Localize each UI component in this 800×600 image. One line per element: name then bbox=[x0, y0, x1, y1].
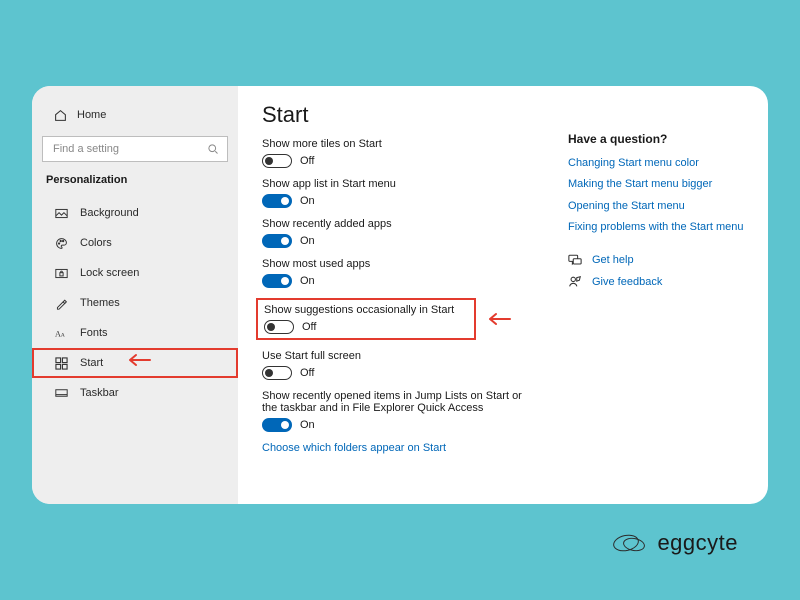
setting-label: Show recently opened items in Jump Lists… bbox=[262, 390, 538, 414]
setting-full-screen: Use Start full screen Off bbox=[262, 350, 538, 380]
help-link-bigger[interactable]: Making the Start menu bigger bbox=[568, 177, 758, 192]
toggle-suggestions[interactable] bbox=[264, 320, 294, 334]
toggle-app-list[interactable] bbox=[262, 194, 292, 208]
sidebar-item-label: Lock screen bbox=[80, 267, 139, 279]
sidebar-item-label: Colors bbox=[80, 237, 112, 249]
toggle-state: On bbox=[300, 419, 315, 431]
help-link-fixing[interactable]: Fixing problems with the Start menu bbox=[568, 220, 758, 235]
toggle-state: On bbox=[300, 275, 315, 287]
font-icon: AA bbox=[54, 327, 68, 339]
toggle-recently-added[interactable] bbox=[262, 234, 292, 248]
main-content: Start Show more tiles on Start Off Show … bbox=[238, 86, 768, 504]
setting-label: Show more tiles on Start bbox=[262, 138, 538, 150]
setting-label: Show app list in Start menu bbox=[262, 178, 538, 190]
sidebar-item-taskbar[interactable]: Taskbar bbox=[32, 378, 238, 408]
brand-name: eggcyte bbox=[657, 530, 738, 556]
palette-icon bbox=[54, 237, 68, 250]
setting-suggestions: Show suggestions occasionally in Start O… bbox=[256, 298, 476, 340]
sidebar: Home Personalization Background bbox=[32, 86, 238, 504]
sidebar-item-colors[interactable]: Colors bbox=[32, 228, 238, 258]
search-box[interactable] bbox=[42, 136, 228, 162]
setting-label: Show suggestions occasionally in Start bbox=[264, 304, 468, 316]
settings-window: Home Personalization Background bbox=[32, 86, 768, 504]
sidebar-item-lock-screen[interactable]: Lock screen bbox=[32, 258, 238, 288]
setting-recently-added: Show recently added apps On bbox=[262, 218, 538, 248]
callout-arrow-icon bbox=[124, 353, 152, 367]
sidebar-item-label: Fonts bbox=[80, 327, 108, 339]
toggle-jump-lists[interactable] bbox=[262, 418, 292, 432]
start-icon bbox=[54, 357, 68, 370]
home-label: Home bbox=[77, 109, 106, 121]
setting-label: Show recently added apps bbox=[262, 218, 538, 230]
toggle-state: On bbox=[300, 195, 315, 207]
sidebar-item-label: Taskbar bbox=[80, 387, 119, 399]
watermark: eggcyte bbox=[613, 530, 738, 556]
toggle-state: Off bbox=[300, 155, 314, 167]
setting-jump-lists: Show recently opened items in Jump Lists… bbox=[262, 390, 538, 432]
sidebar-item-label: Themes bbox=[80, 297, 120, 309]
nav-list: Background Colors Lock screen Themes bbox=[32, 198, 238, 408]
toggle-most-used[interactable] bbox=[262, 274, 292, 288]
get-help-label: Get help bbox=[592, 254, 634, 266]
setting-most-used: Show most used apps On bbox=[262, 258, 538, 288]
sidebar-item-label: Start bbox=[80, 357, 103, 369]
support-section: Get help Give feedback bbox=[568, 254, 758, 289]
toggle-full-screen[interactable] bbox=[262, 366, 292, 380]
sidebar-item-themes[interactable]: Themes bbox=[32, 288, 238, 318]
brand-logo-icon bbox=[613, 532, 651, 554]
help-column: Have a question? Changing Start menu col… bbox=[568, 102, 758, 494]
lock-icon bbox=[54, 268, 68, 279]
toggle-state: Off bbox=[300, 367, 314, 379]
sidebar-item-fonts[interactable]: AA Fonts bbox=[32, 318, 238, 348]
search-input[interactable] bbox=[53, 143, 207, 155]
theme-icon bbox=[54, 297, 68, 310]
get-help-link[interactable]: Get help bbox=[568, 254, 758, 267]
help-links: Changing Start menu color Making the Sta… bbox=[568, 156, 758, 236]
chat-icon bbox=[568, 254, 582, 267]
search-icon bbox=[207, 143, 219, 155]
toggle-more-tiles[interactable] bbox=[262, 154, 292, 168]
sidebar-item-label: Background bbox=[80, 207, 139, 219]
setting-more-tiles: Show more tiles on Start Off bbox=[262, 138, 538, 168]
give-feedback-label: Give feedback bbox=[592, 276, 662, 288]
setting-label: Show most used apps bbox=[262, 258, 538, 270]
settings-column: Start Show more tiles on Start Off Show … bbox=[262, 102, 538, 494]
home-icon bbox=[54, 109, 67, 122]
give-feedback-link[interactable]: Give feedback bbox=[568, 275, 758, 289]
help-link-color[interactable]: Changing Start menu color bbox=[568, 156, 758, 171]
setting-app-list: Show app list in Start menu On bbox=[262, 178, 538, 208]
page-title: Start bbox=[262, 102, 538, 128]
sidebar-item-background[interactable]: Background bbox=[32, 198, 238, 228]
feedback-icon bbox=[568, 275, 582, 289]
help-link-opening[interactable]: Opening the Start menu bbox=[568, 199, 758, 214]
setting-label: Use Start full screen bbox=[262, 350, 538, 362]
taskbar-icon bbox=[54, 388, 68, 398]
toggle-state: On bbox=[300, 235, 315, 247]
svg-text:A: A bbox=[60, 332, 65, 338]
image-icon bbox=[54, 208, 68, 219]
section-label: Personalization bbox=[32, 174, 238, 186]
home-nav[interactable]: Home bbox=[32, 104, 238, 126]
callout-arrow-icon bbox=[484, 312, 512, 326]
question-title: Have a question? bbox=[568, 132, 758, 146]
toggle-state: Off bbox=[302, 321, 316, 333]
choose-folders-link[interactable]: Choose which folders appear on Start bbox=[262, 442, 538, 454]
